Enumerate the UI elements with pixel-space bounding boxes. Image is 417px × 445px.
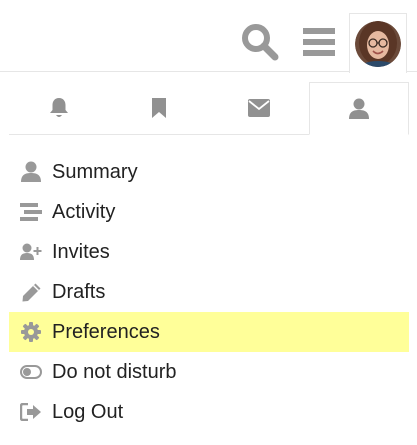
menu-item-label: Summary bbox=[52, 161, 138, 183]
menu-item-label: Activity bbox=[52, 201, 116, 223]
current-user-button[interactable] bbox=[349, 13, 407, 73]
sign-out-icon bbox=[20, 401, 42, 423]
menu-item-label: Do not disturb bbox=[52, 361, 177, 383]
menu-item-label: Invites bbox=[52, 241, 110, 263]
user-menu-tabs bbox=[9, 82, 409, 135]
hamburger-menu-icon bbox=[303, 28, 335, 56]
menu-item-label: Preferences bbox=[52, 321, 160, 343]
bookmark-icon bbox=[152, 98, 166, 118]
menu-item-label: Log Out bbox=[52, 401, 124, 423]
menu-item-drafts[interactable]: Drafts bbox=[9, 272, 409, 312]
hamburger-menu-button[interactable] bbox=[297, 20, 341, 64]
menu-item-preferences[interactable]: Preferences bbox=[9, 312, 409, 352]
menu-item-do-not-disturb[interactable]: Do not disturb bbox=[9, 352, 409, 392]
user-icon bbox=[20, 161, 42, 183]
search-icon bbox=[242, 24, 279, 61]
menu-item-invites[interactable]: Invites bbox=[9, 232, 409, 272]
user-icon bbox=[349, 98, 369, 119]
tab-notifications[interactable] bbox=[9, 82, 109, 134]
cog-icon bbox=[20, 321, 42, 343]
avatar bbox=[355, 20, 401, 67]
menu-item-activity[interactable]: Activity bbox=[9, 192, 409, 232]
tab-profile[interactable] bbox=[309, 82, 409, 135]
menu-item-label: Drafts bbox=[52, 281, 106, 303]
header bbox=[0, 0, 417, 73]
toggle-off-icon bbox=[20, 361, 42, 383]
menu-item-log-out[interactable]: Log Out bbox=[9, 392, 409, 432]
user-plus-icon bbox=[20, 241, 42, 263]
menu-item-summary[interactable]: Summary bbox=[9, 152, 409, 192]
envelope-icon bbox=[248, 99, 270, 117]
tab-bookmarks[interactable] bbox=[109, 82, 209, 134]
user-menu-page: Summary Activity Invites Drafts Preferen… bbox=[0, 0, 417, 445]
tab-messages[interactable] bbox=[209, 82, 309, 134]
stream-icon bbox=[20, 201, 42, 223]
pencil-icon bbox=[20, 281, 42, 303]
search-button[interactable] bbox=[238, 20, 282, 64]
user-menu-list: Summary Activity Invites Drafts Preferen… bbox=[9, 152, 409, 432]
bell-icon bbox=[50, 98, 68, 117]
